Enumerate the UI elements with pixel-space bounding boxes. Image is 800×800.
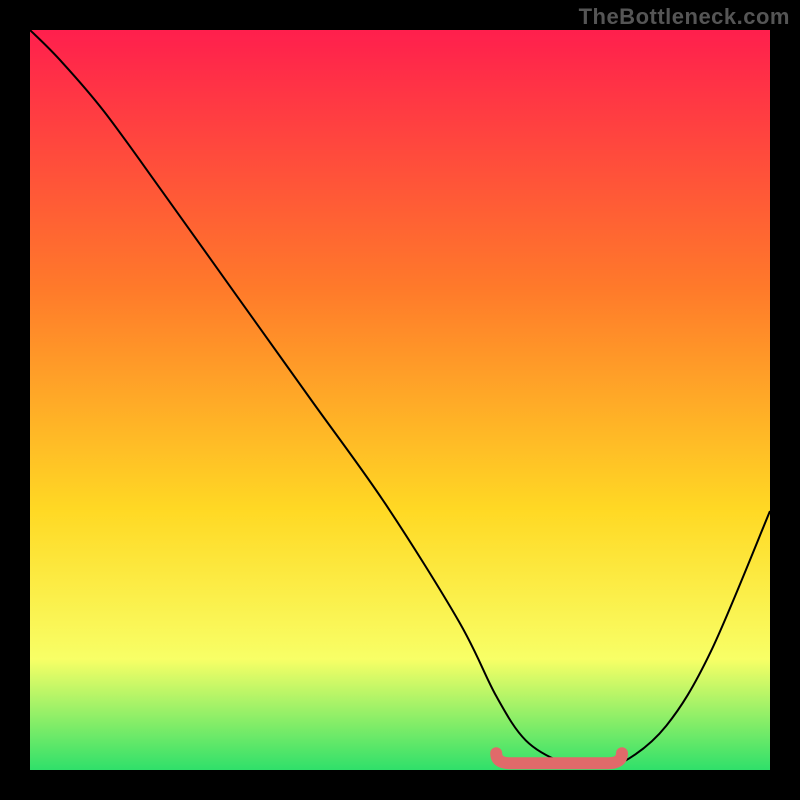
chart-svg xyxy=(30,30,770,770)
gradient-background xyxy=(30,30,770,770)
plot-area xyxy=(30,30,770,770)
watermark-text: TheBottleneck.com xyxy=(579,4,790,30)
chart-frame: TheBottleneck.com xyxy=(0,0,800,800)
